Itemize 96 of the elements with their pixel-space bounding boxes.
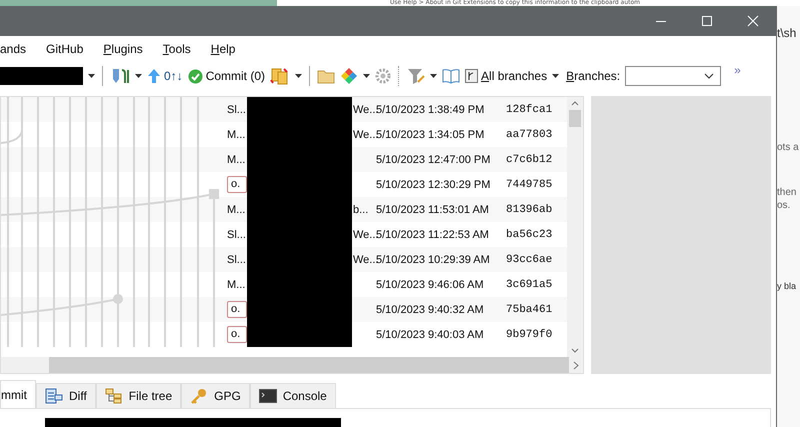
hash-cell: 7449785 (506, 178, 552, 190)
author-cell: We... (353, 254, 378, 266)
commit-message: M... (227, 204, 246, 216)
folder-icon[interactable] (317, 68, 336, 84)
tab[interactable]: File tree (96, 383, 182, 408)
menu-item[interactable]: GitHub (46, 42, 84, 56)
revision-row[interactable]: M... 5/10/2023 12:47:00 PM c7c6b12 (226, 147, 567, 172)
revision-row[interactable]: o. 5/10/2023 9:40:32 AM 75ba461 (226, 297, 567, 322)
scroll-down-icon[interactable] (571, 348, 579, 353)
background-page-text: os. (777, 200, 792, 211)
author-cell: We... (353, 128, 378, 140)
vertical-scrollbar[interactable] (567, 97, 583, 357)
branches-dropdown[interactable] (625, 66, 722, 86)
tab[interactable]: Console (250, 383, 336, 408)
commit-message: Sl... (227, 228, 247, 240)
commit-message: M... (227, 278, 246, 290)
ref-label: o. (227, 326, 248, 343)
date-cell: 5/10/2023 12:30:29 PM (376, 178, 490, 190)
author-cell: We... (353, 228, 378, 240)
ref-label: o. (227, 176, 248, 193)
checkmark-icon (188, 68, 203, 84)
toolbar-overflow-button[interactable]: » (734, 63, 741, 77)
background-page-text: y bla (777, 281, 798, 291)
revision-row[interactable]: o. 5/10/2023 12:30:29 PM 7449785 (226, 172, 567, 197)
branches-label: Branches: (566, 69, 620, 83)
diamond-icon[interactable] (340, 67, 358, 85)
revision-row[interactable]: o. 5/10/2023 9:40:03 AM 9b979f0 (226, 322, 567, 347)
caret-icon[interactable] (295, 74, 302, 78)
revision-row[interactable]: M... 5/10/2023 9:46:06 AM 3c691a5 (226, 272, 567, 297)
filter-icon[interactable] (407, 67, 426, 85)
all-branches-button[interactable]: All branches (465, 69, 548, 83)
commit-message: M... (227, 154, 246, 166)
diff-icon (45, 388, 63, 404)
date-cell: 5/10/2023 10:29:39 AM (376, 254, 490, 266)
menu-item[interactable]: Help (210, 42, 236, 56)
commit-node (209, 189, 219, 199)
folder-tree-icon (104, 388, 123, 404)
date-cell: 5/10/2023 1:38:49 PM (376, 104, 484, 116)
commit-message: Sl... (227, 254, 247, 266)
hash-cell: 9b979f0 (506, 328, 552, 340)
settings-icon[interactable] (375, 68, 392, 84)
background-page-text: t\sh (777, 26, 798, 40)
push-button[interactable]: 0↑↓ (147, 68, 183, 84)
tab[interactable]: Diff (36, 383, 96, 408)
caret-icon[interactable] (363, 74, 370, 78)
hash-cell: 3c691a5 (506, 278, 552, 290)
background-page-text: ots a (777, 142, 800, 153)
scrollbar-thumb[interactable] (569, 110, 581, 127)
caret-icon[interactable] (88, 74, 95, 78)
caret-icon[interactable] (135, 74, 142, 78)
commit-button[interactable]: Commit (0) (188, 68, 266, 84)
commit-message: Sl... (227, 104, 247, 116)
hash-cell: 93cc6ae (506, 254, 552, 266)
date-cell: 5/10/2023 9:46:06 AM (376, 278, 484, 290)
chevron-down-icon (704, 73, 714, 79)
hash-cell: 128fca1 (506, 104, 552, 116)
key-icon (190, 388, 208, 404)
scroll-right-icon[interactable] (573, 360, 579, 370)
commit-node (113, 294, 123, 304)
scroll-up-icon[interactable] (571, 101, 579, 106)
revision-row[interactable]: Sl... We...5/10/2023 10:29:39 AM 93cc6ae (226, 247, 567, 272)
date-cell: 5/10/2023 12:47:00 PM (376, 154, 490, 166)
stash-icon[interactable] (270, 67, 290, 85)
close-icon (747, 15, 759, 27)
menu-item[interactable]: Plugins (103, 42, 143, 56)
background-page-text: then (777, 187, 798, 198)
author-cell: We... (353, 104, 378, 116)
menu-item[interactable]: ands (0, 42, 26, 56)
hash-cell: aa77803 (506, 128, 552, 140)
hash-cell: 75ba461 (506, 304, 552, 316)
revision-row[interactable]: M... We...5/10/2023 1:34:05 PM aa77803 (226, 122, 567, 147)
up-arrow-icon (147, 68, 161, 84)
branch-icon (465, 69, 478, 83)
pull-icon[interactable] (110, 67, 130, 85)
revision-row[interactable]: M... b... 5/10/2023 11:53:01 AM 81396ab (226, 197, 567, 222)
hash-cell: ba56c23 (506, 228, 552, 240)
commit-message: M... (227, 128, 246, 140)
author-cell: b... (353, 204, 368, 216)
hash-cell: c7c6b12 (506, 154, 552, 166)
console-icon (258, 389, 277, 403)
menu-item[interactable]: Tools (162, 42, 191, 56)
revision-row[interactable]: Sl... We...5/10/2023 11:22:53 AM ba56c23 (226, 222, 567, 247)
tab[interactable]: GPG (181, 383, 250, 408)
tab[interactable]: mmit (0, 380, 36, 408)
date-cell: 5/10/2023 9:40:32 AM (376, 304, 484, 316)
maximize-icon (701, 15, 713, 27)
caret-icon[interactable] (430, 74, 438, 78)
date-cell: 5/10/2023 1:34:05 PM (376, 128, 484, 140)
caret-icon[interactable] (552, 74, 560, 78)
ref-label: o. (227, 301, 248, 318)
book-icon[interactable] (442, 68, 460, 84)
date-cell: 5/10/2023 9:40:03 AM (376, 328, 484, 340)
revision-row[interactable]: Sl... We...5/10/2023 1:38:49 PM 128fca1 (226, 97, 567, 122)
hash-cell: 81396ab (506, 204, 552, 216)
date-cell: 5/10/2023 11:22:53 AM (376, 228, 489, 240)
date-cell: 5/10/2023 11:53:01 AM (376, 204, 489, 216)
